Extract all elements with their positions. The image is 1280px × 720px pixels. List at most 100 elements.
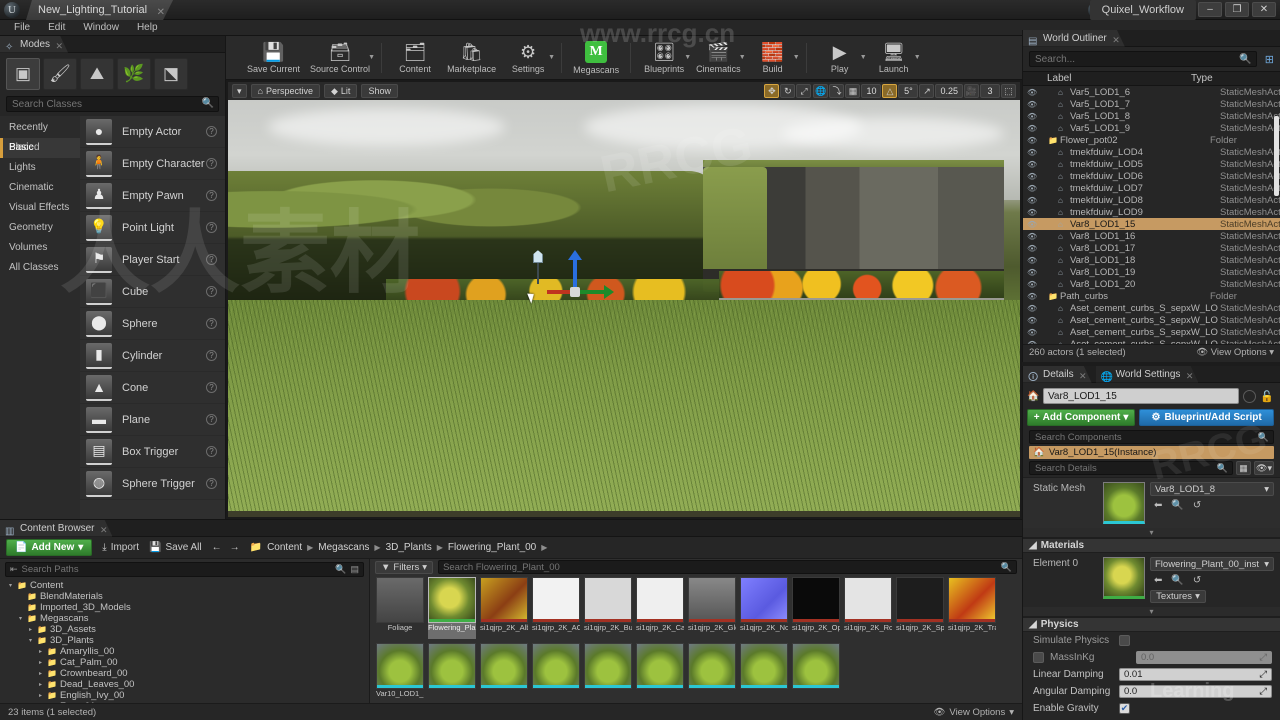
reset-icon[interactable]: ↺ xyxy=(1193,500,1201,511)
outliner-scrollbar[interactable] xyxy=(1274,116,1279,196)
visibility-eye-icon[interactable]: 👁 xyxy=(1027,292,1040,301)
asset-tile[interactable] xyxy=(480,643,528,705)
maximize-viewport-icon[interactable]: ⬚ xyxy=(1001,84,1016,98)
visibility-eye-icon[interactable]: 👁 xyxy=(1027,340,1040,345)
outliner-row[interactable]: 👁📁Path_curbsFolder xyxy=(1023,290,1280,302)
search-details-field[interactable]: 🔍 xyxy=(1029,461,1233,475)
asset-search-input[interactable] xyxy=(443,562,1001,573)
viewport-options-menu[interactable]: ▾ xyxy=(232,84,247,98)
toolbar-build-button[interactable]: 🧱Build▼ xyxy=(746,37,800,79)
expand-arrow-icon[interactable]: ▸ xyxy=(37,670,44,677)
toolbar-launch-button[interactable]: 🖥Launch▼ xyxy=(867,37,921,79)
visibility-eye-icon[interactable]: 👁 xyxy=(1027,136,1040,145)
asset-tile[interactable]: si1qjrp_2K_Gloss xyxy=(688,577,736,639)
camera-type-dropdown[interactable]: ⌂ Perspective xyxy=(251,84,320,98)
scale-snap-value[interactable]: 0.25 xyxy=(935,84,963,98)
maximize-icon[interactable]: ❐ xyxy=(1225,2,1249,17)
static-mesh-expander[interactable]: ▾ xyxy=(1023,528,1280,538)
outliner-row[interactable]: 👁⌂tmekfduiw_LOD6StaticMeshActor xyxy=(1023,170,1280,182)
visibility-eye-icon[interactable]: 👁 xyxy=(1027,124,1040,133)
toolbar-cinematics-button[interactable]: 🎬Cinematics▼ xyxy=(691,37,746,79)
angle-snap-icon[interactable]: △ xyxy=(882,84,897,98)
asset-tile[interactable] xyxy=(636,643,684,705)
help-icon[interactable]: ? xyxy=(206,158,217,169)
angle-snap-value[interactable]: 5° xyxy=(898,84,918,98)
asset-tile[interactable]: si1qjrp_2K_Albedo xyxy=(480,577,528,639)
rotate-tool-icon[interactable]: ↻ xyxy=(780,84,795,98)
outliner-row[interactable]: 👁⌂tmekfduiw_LOD4StaticMeshActor xyxy=(1023,146,1280,158)
outliner-view-options[interactable]: 👁 View Options ▾ xyxy=(1196,347,1274,358)
drag-handle-icon[interactable]: ⤢ xyxy=(1259,686,1267,697)
modes-category-volumes[interactable]: Volumes xyxy=(0,238,80,258)
tab-details[interactable]: 🛈 Details ✕ xyxy=(1023,366,1092,383)
help-icon[interactable]: ? xyxy=(206,318,217,329)
physics-checkbox[interactable] xyxy=(1119,635,1130,646)
help-icon[interactable]: ? xyxy=(206,222,217,233)
toolbar-blueprints-button[interactable]: 🎛Blueprints▼ xyxy=(637,37,691,79)
chevron-down-icon[interactable]: ▼ xyxy=(739,54,746,61)
asset-tile[interactable]: si1qjrp_2K_AO xyxy=(532,577,580,639)
physics-checkbox[interactable]: ✔ xyxy=(1119,703,1130,714)
outliner-row[interactable]: 👁⌂Var8_LOD1_15StaticMeshActor xyxy=(1023,218,1280,230)
collapse-tree-icon[interactable]: ⇤ xyxy=(10,564,18,575)
modes-category-cinematic[interactable]: Cinematic xyxy=(0,178,80,198)
help-icon[interactable]: ? xyxy=(206,478,217,489)
modes-category-geometry[interactable]: Geometry xyxy=(0,218,80,238)
asset-search-field[interactable]: 🔍 xyxy=(438,560,1017,574)
asset-tile[interactable]: si1qjrp_2K_Opacity xyxy=(792,577,840,639)
material-thumbnail[interactable] xyxy=(1103,557,1145,599)
tab-world-outliner[interactable]: ▤ World Outliner ✕ xyxy=(1023,30,1125,47)
asset-tile[interactable]: Flowering_Plant_00_inst xyxy=(428,577,476,639)
textures-button[interactable]: Textures ▾ xyxy=(1150,590,1206,603)
asset-tile[interactable]: si1qjrp_2K_Roughness xyxy=(844,577,892,639)
component-row-instance[interactable]: 🏠 Var8_LOD1_15(Instance) xyxy=(1029,446,1274,459)
outliner-row[interactable]: 👁📁Flower_pot02Folder xyxy=(1023,134,1280,146)
browse-icon[interactable]: ⬅ xyxy=(1154,500,1162,511)
physics-value-field[interactable]: 0.0⤢ xyxy=(1119,685,1272,698)
outliner-row[interactable]: 👁⌂Aset_cement_curbs_S_sepxW_LOStaticMesh… xyxy=(1023,302,1280,314)
expand-arrow-icon[interactable]: ▾ xyxy=(17,615,24,622)
browse-icon[interactable]: ⬅ xyxy=(1154,575,1162,586)
visibility-eye-icon[interactable]: 👁 xyxy=(1027,88,1040,97)
reset-name-icon[interactable] xyxy=(1243,390,1256,403)
visibility-eye-icon[interactable]: 👁 xyxy=(1027,220,1040,229)
landscape-mode-icon[interactable]: ⛰ xyxy=(80,58,114,90)
asset-tile[interactable] xyxy=(584,643,632,705)
toolbar-settings-button[interactable]: ⚙Settings▼ xyxy=(501,37,555,79)
level-viewport[interactable]: ▾ ⌂ Perspective ◆ Lit Show ✥ ↻ ⤢ 🌐 xyxy=(226,80,1022,519)
outliner-row[interactable]: 👁⌂Var5_LOD1_9StaticMeshActor xyxy=(1023,122,1280,134)
visibility-eye-icon[interactable]: 👁 xyxy=(1027,304,1040,313)
modes-category-recently-placed[interactable]: Recently Placed xyxy=(0,118,80,138)
drag-handle-icon[interactable]: ⤢ xyxy=(1259,669,1267,680)
camera-speed-icon[interactable]: 🎥 xyxy=(964,84,979,98)
place-mode-icon[interactable]: ▣ xyxy=(6,58,40,90)
asset-tile[interactable] xyxy=(532,643,580,705)
blueprint-add-script-button[interactable]: ⚙ Blueprint/Add Script xyxy=(1139,409,1274,426)
folder-tree-item[interactable]: ▸📁Dead_Leaves_00 xyxy=(0,679,369,690)
grid-snap-icon[interactable]: ▦ xyxy=(845,84,860,98)
outliner-row[interactable]: 👁⌂Aset_cement_curbs_S_sepxW_LOStaticMesh… xyxy=(1023,314,1280,326)
expand-arrow-icon[interactable]: ▾ xyxy=(27,637,34,644)
place-class-item[interactable]: ◍Sphere Trigger? xyxy=(80,468,225,500)
back-icon[interactable]: ← xyxy=(212,542,222,553)
column-label[interactable]: Label xyxy=(1023,73,1191,84)
close-icon[interactable]: ✕ xyxy=(1186,368,1194,385)
tab-content-browser[interactable]: ▥ Content Browser ✕ xyxy=(0,520,112,537)
project-tab[interactable]: New_Lighting_Tutorial ✕ xyxy=(26,0,173,20)
tab-world-settings[interactable]: 🌐 World Settings ✕ xyxy=(1096,366,1199,383)
outliner-search-input[interactable] xyxy=(1030,54,1235,65)
coordinate-system-icon[interactable]: 🌐 xyxy=(813,84,828,98)
lock-icon[interactable]: 🔓 xyxy=(1260,390,1274,403)
visibility-eye-icon[interactable]: 👁 xyxy=(1027,172,1040,181)
asset-tile[interactable] xyxy=(740,643,788,705)
help-icon[interactable]: ? xyxy=(206,414,217,425)
menu-item-window[interactable]: Window xyxy=(75,20,127,35)
visibility-eye-icon[interactable]: 👁 xyxy=(1027,256,1040,265)
folder-tree-list[interactable]: ▾📁Content📁BlendMaterials📁Imported_3D_Mod… xyxy=(0,580,369,720)
paint-mode-icon[interactable]: 🖌 xyxy=(43,58,77,90)
expand-arrow-icon[interactable]: ▸ xyxy=(27,626,34,633)
asset-tile[interactable]: si1qjrp_2K_Cavity xyxy=(636,577,684,639)
asset-tile[interactable]: si1qjrp_2K_Translucency xyxy=(948,577,996,639)
save-all-button[interactable]: 💾 Save All xyxy=(149,542,202,553)
eye-icon[interactable]: 👁▾ xyxy=(1254,461,1274,475)
